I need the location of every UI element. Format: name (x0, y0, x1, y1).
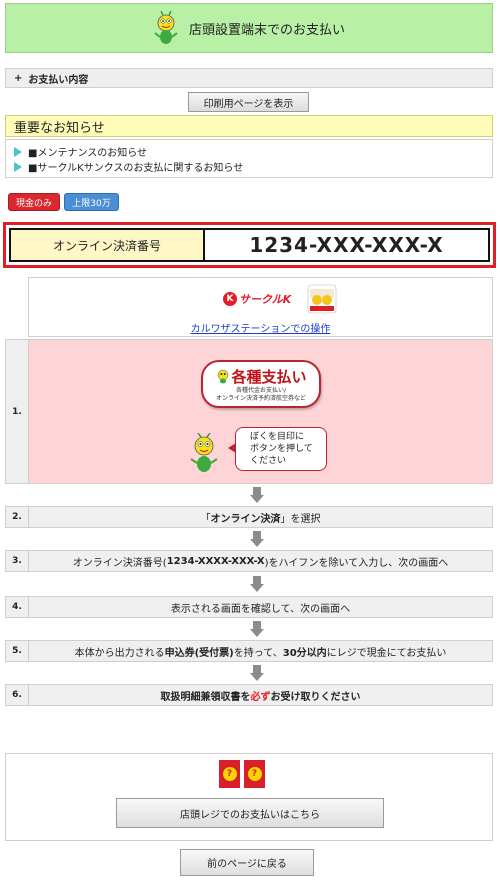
step-3-body: オンライン決済番号(1234-XXXX-XXX-X)をハイフンを除いて入力し、次… (29, 550, 493, 572)
step-text: )をハイフンを除いて入力し、次の画面へ (264, 557, 449, 569)
step-number: 1. (5, 339, 29, 484)
step-text: オンライン決済番号( (72, 557, 167, 569)
step-text-strong: 1234-XXXX-XXX-X (166, 555, 265, 567)
step-number: 6. (5, 684, 29, 706)
payment-details-toggle[interactable]: + お支払い内容 (5, 68, 493, 88)
step-number: 4. (5, 596, 29, 618)
step-text-strong: オンライン決済 (210, 513, 281, 525)
daily-logo-mark: ? (222, 767, 237, 781)
notice-heading: 重要なお知らせ (5, 115, 493, 137)
print-page-button[interactable]: 印刷用ページを表示 (188, 92, 309, 112)
store-operation-link[interactable]: カルワザステーションでの操作 (29, 320, 492, 335)
mascot-icon (154, 11, 178, 44)
step-3: 3. オンライン決済番号(1234-XXXX-XXX-X)をハイフンを除いて入力… (5, 550, 493, 572)
down-arrow-icon (250, 576, 264, 592)
step-text: お受け取りください (270, 691, 361, 703)
daily-logo-icon: ? (219, 760, 240, 788)
down-arrow-icon (250, 665, 264, 681)
various-payments-button-graphic: 各種支払い 各種代金お支払い/ オンライン決済予約済航空券など (201, 360, 321, 408)
mascot-icon (218, 369, 229, 384)
bubble-line-1: ぼくを目印に (250, 432, 305, 442)
bubble-line-2: ボタンを押して (250, 444, 313, 454)
step-text-strong: 30分以内 (282, 647, 327, 659)
expand-icon: + (14, 72, 23, 84)
step-number: 2. (5, 506, 29, 528)
step-1: 1. 各種支払い 各種代金お支払い/ オンライン決済予約済航空券など ぼくを目印… (5, 339, 493, 484)
step-text: にレジで現金にてお支払い (326, 647, 447, 659)
notice-item-circlek[interactable]: ■サークルKサンクスのお支払に関するお知らせ (14, 159, 484, 174)
sunkus-logo-icon (307, 284, 337, 314)
step-6: 6. 取扱明細兼領収書を 必ず お受け取りください (5, 684, 493, 706)
notice-item-label[interactable]: ■メンテナンスのお知らせ (28, 144, 147, 159)
step-6-body: 取扱明細兼領収書を 必ず お受け取りください (29, 684, 493, 706)
speech-bubble: ぼくを目印に ボタンを押して ください (228, 427, 327, 471)
daily-yamazaki-panel: ? ? 店頭レジでのお支払いはこちら (5, 753, 493, 841)
limit-badge: 上限30万 (64, 193, 119, 211)
payment-details-label: お支払い内容 (28, 74, 89, 86)
step-2-body: 「オンライン決済 」を選択 (29, 506, 493, 528)
mascot-icon (190, 433, 218, 472)
bullet-triangle-icon (14, 161, 22, 172)
step-5: 5. 本体から出力される 申込券(受付票) を持って、 30分以内 にレジで現金にてお支… (5, 640, 493, 662)
bullet-triangle-icon (14, 146, 22, 157)
bubble-line-3: ください (250, 456, 287, 466)
down-arrow-icon (250, 621, 264, 637)
step-2: 2. 「オンライン決済 」を選択 (5, 506, 493, 528)
payment-number-box: オンライン決済番号 1234-XXX-XXX-X (3, 222, 496, 268)
step-text: 取扱明細兼領収書を (160, 691, 251, 703)
circle-k-logo: K サークルK (223, 291, 291, 307)
payment-number-value: 1234-XXX-XXX-X (249, 233, 444, 257)
notice-item-maintenance[interactable]: ■メンテナンスのお知らせ (14, 144, 484, 159)
yamazaki-logo-icon: ? (244, 760, 265, 788)
button-subtitle-1: 各種代金お支払い/ (235, 386, 287, 394)
cash-only-badge: 現金のみ (8, 193, 60, 211)
step-text: を持って、 (233, 647, 283, 659)
button-subtitle-2: オンライン決済予約済航空券など (215, 394, 306, 402)
circle-k-name: サークルK (239, 293, 292, 306)
down-arrow-icon (250, 531, 264, 547)
step-number: 5. (5, 640, 29, 662)
step-4: 4. 表示される画面を確認して、次の画面へ (5, 596, 493, 618)
notice-list: ■メンテナンスのお知らせ ■サークルKサンクスのお支払に関するお知らせ (5, 139, 493, 178)
store-register-payment-button[interactable]: 店頭レジでのお支払いはこちら (116, 798, 384, 828)
step-text: 「 (200, 513, 211, 525)
yamazaki-logo-mark: ? (247, 767, 262, 781)
back-button[interactable]: 前のページに戻る (180, 849, 314, 876)
step-1-body: 各種支払い 各種代金お支払い/ オンライン決済予約済航空券など ぼくを目印に ボ… (29, 339, 493, 484)
step-text: 」を選択 (280, 513, 321, 525)
payment-number-label: オンライン決済番号 (11, 230, 205, 260)
step-number: 3. (5, 550, 29, 572)
step-text-emphasis: 必ず (250, 691, 271, 703)
store-logos: K サークルK (223, 284, 337, 314)
daily-logos: ? ? (219, 760, 269, 788)
step-text: 本体から出力される (74, 647, 165, 659)
store-panel: K サークルK カルワザステーションでの操作 (28, 277, 493, 337)
down-arrow-icon (250, 487, 264, 503)
page-title: 店頭設置端末でのお支払い (188, 22, 345, 38)
page-header: 店頭設置端末でのお支払い (5, 3, 493, 53)
step-4-body: 表示される画面を確認して、次の画面へ (29, 596, 493, 618)
step-5-body: 本体から出力される 申込券(受付票) を持って、 30分以内 にレジで現金にてお支払い (29, 640, 493, 662)
button-title: 各種支払い (231, 367, 307, 386)
circle-k-mark-icon: K (223, 292, 237, 306)
step-text-strong: 申込券(受付票) (164, 647, 234, 659)
notice-item-label[interactable]: ■サークルKサンクスのお支払に関するお知らせ (28, 159, 243, 174)
